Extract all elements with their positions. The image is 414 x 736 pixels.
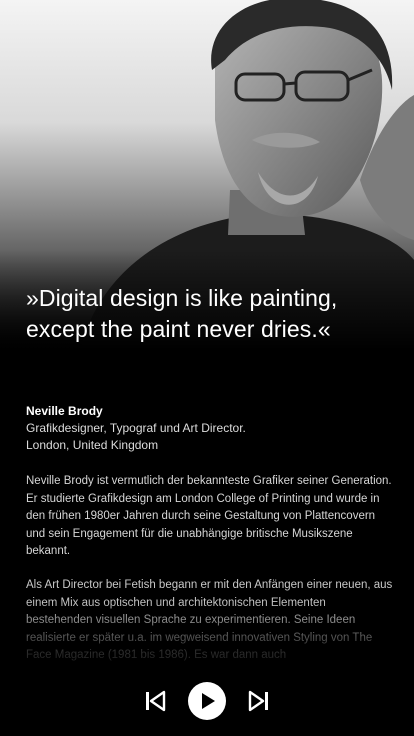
hero-quote: »Digital design is like painting, except… [26,285,338,342]
play-button[interactable] [188,682,226,720]
next-button[interactable] [248,690,270,712]
skip-next-icon [248,690,268,712]
skip-previous-icon [146,690,166,712]
designer-role: Grafikdesigner, Typograf und Art Directo… [26,421,246,435]
bio-block: Neville Brody Grafikdesigner, Typograf u… [26,403,396,454]
bio-paragraph-1: Neville Brody ist vermutlich der bekannt… [26,475,392,557]
designer-name: Neville Brody [26,404,103,418]
audio-player-controls [0,680,414,722]
previous-button[interactable] [144,690,166,712]
designer-location: London, United Kingdom [26,438,159,452]
play-icon [202,693,215,709]
